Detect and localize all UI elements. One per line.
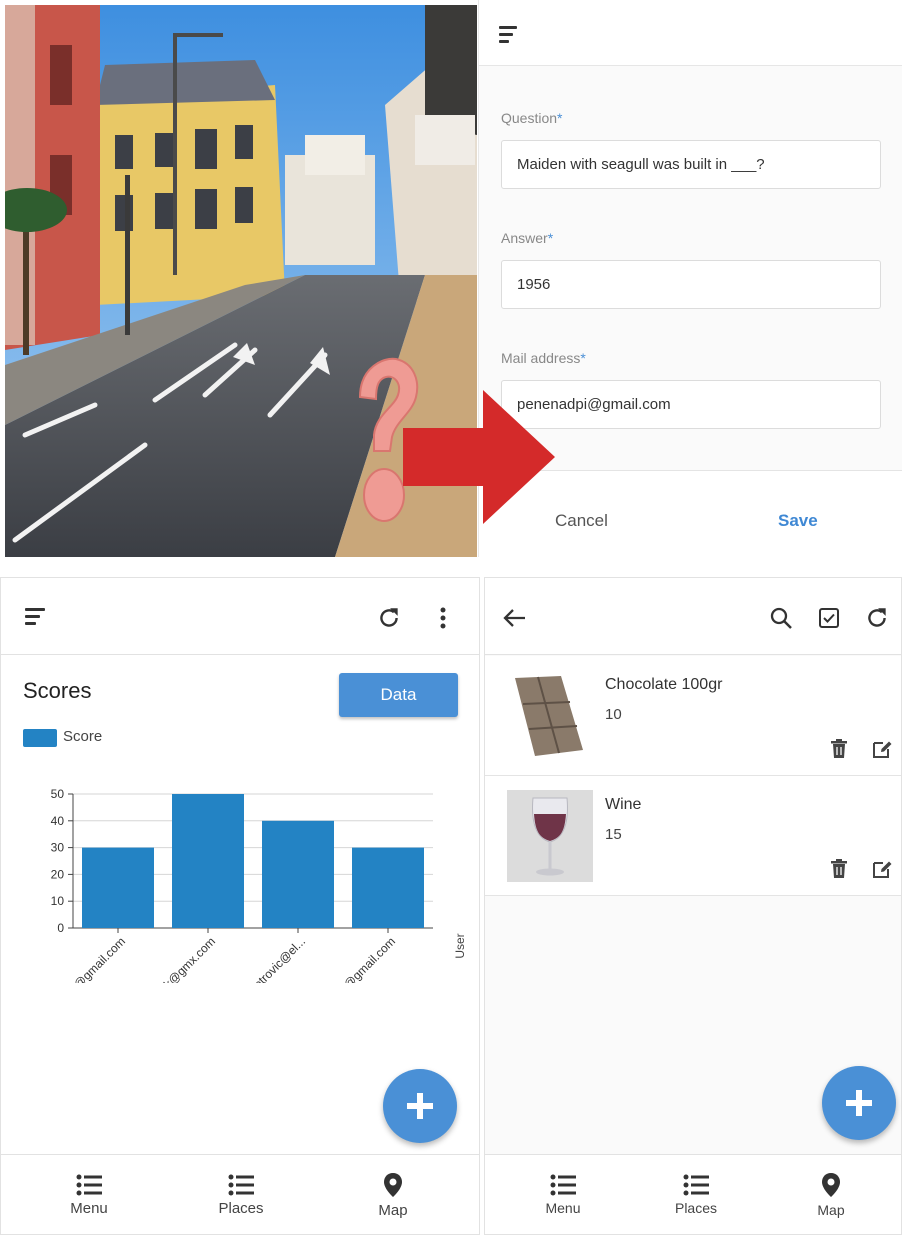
- mail-address-label: Mail address*: [501, 350, 586, 366]
- scores-app-bar: [1, 578, 479, 655]
- item-name: Chocolate 100gr: [605, 676, 723, 693]
- search-icon[interactable]: [765, 602, 797, 634]
- bottom-navigation: Menu Places Map: [1, 1154, 479, 1234]
- edit-icon[interactable]: [871, 738, 893, 765]
- menu-icon[interactable]: [25, 608, 45, 629]
- map-pin-icon: [384, 1172, 402, 1197]
- delete-icon[interactable]: [830, 739, 848, 764]
- chart-x-tick-label: proba8068@gmail.com: [300, 934, 398, 983]
- answer-input[interactable]: 1956: [501, 260, 881, 309]
- answer-label: Answer*: [501, 230, 554, 246]
- scores-bar-chart: 0 10 20 30 40 50 penenadpi@gmail.comvasja.robl…: [31, 787, 467, 983]
- question-input-value: Maiden with seagull was built in ___?: [517, 156, 765, 173]
- nav-places-label: Places: [674, 1200, 718, 1216]
- answer-input-value: 1956: [517, 276, 551, 293]
- add-fab-button[interactable]: [822, 1066, 896, 1140]
- arrow-right-icon: [403, 390, 555, 524]
- chart-y-tick-label: 50: [51, 787, 65, 801]
- item-name: Wine: [605, 796, 642, 813]
- list-item[interactable]: Chocolate 100gr 10: [485, 656, 901, 776]
- save-button[interactable]: Save: [778, 511, 818, 531]
- nav-menu[interactable]: Menu: [29, 1155, 149, 1235]
- items-app-bar: [485, 578, 901, 655]
- list-icon: [76, 1174, 102, 1195]
- more-vert-icon[interactable]: [429, 602, 457, 634]
- nav-places[interactable]: Places: [636, 1155, 756, 1235]
- plus-icon: [846, 1090, 872, 1116]
- chart-bar: [82, 847, 154, 928]
- refresh-icon[interactable]: [373, 602, 405, 634]
- plus-icon: [407, 1093, 433, 1119]
- chocolate-image: [503, 674, 585, 763]
- mail-address-input[interactable]: penenadpi@gmail.com: [501, 380, 881, 429]
- question-input[interactable]: Maiden with seagull was built in ___?: [501, 140, 881, 189]
- list-icon: [550, 1174, 576, 1196]
- chart-bar: [352, 847, 424, 928]
- data-button[interactable]: Data: [339, 673, 458, 717]
- item-value: 10: [605, 706, 622, 723]
- bottom-navigation: Menu Places Map: [485, 1154, 901, 1234]
- nav-menu-label: Menu: [70, 1199, 108, 1217]
- list-icon: [228, 1174, 254, 1195]
- nav-places[interactable]: Places: [181, 1155, 301, 1235]
- nav-map[interactable]: Map: [333, 1155, 453, 1235]
- items-list-panel: Chocolate 100gr 10 Wine 15 Menu Places M…: [484, 577, 902, 1235]
- nav-map-label: Map: [378, 1201, 408, 1219]
- nav-map[interactable]: Map: [771, 1155, 891, 1235]
- chart-x-axis-label: User: [453, 933, 467, 958]
- chart-y-tick-label: 30: [51, 841, 65, 855]
- question-label: Question*: [501, 110, 563, 126]
- list-item[interactable]: Wine 15: [485, 776, 901, 896]
- chart-x-tick-label: nenad.petrovic@el...: [220, 934, 308, 983]
- back-arrow-icon[interactable]: [499, 602, 531, 634]
- delete-icon[interactable]: [830, 859, 848, 884]
- scores-title: Scores: [23, 678, 92, 703]
- checkbox-icon[interactable]: [813, 602, 845, 634]
- nav-menu-label: Menu: [545, 1200, 581, 1216]
- item-value: 15: [605, 826, 622, 843]
- chart-x-tick-label: penenadpi@gmail.com: [31, 934, 128, 983]
- legend-label: Score: [63, 728, 103, 745]
- chart-y-tick-label: 10: [51, 894, 65, 908]
- list-icon: [683, 1174, 709, 1196]
- scores-panel: Scores Data Score 0 10 20 30 40 50 penenadpi@g…: [0, 577, 480, 1235]
- chart-y-tick-label: 40: [51, 814, 65, 828]
- menu-icon[interactable]: [499, 26, 517, 47]
- chart-bar: [262, 820, 334, 928]
- edit-icon[interactable]: [871, 858, 893, 885]
- nav-map-label: Map: [817, 1202, 845, 1218]
- nav-menu[interactable]: Menu: [503, 1155, 623, 1235]
- chart-bar: [172, 794, 244, 928]
- wine-image: [507, 790, 593, 887]
- chart-x-tick-label: vasja.roblek@gmx.com: [120, 934, 218, 983]
- nav-places-label: Places: [218, 1199, 264, 1217]
- cancel-button[interactable]: Cancel: [555, 511, 608, 531]
- refresh-icon[interactable]: [861, 602, 893, 634]
- chart-y-tick-label: 20: [51, 867, 65, 881]
- add-fab-button[interactable]: [383, 1069, 457, 1143]
- legend-swatch: [23, 729, 57, 747]
- chart-y-tick-label: 0: [57, 921, 64, 935]
- map-pin-icon: [822, 1173, 840, 1197]
- form-app-bar: [479, 0, 902, 66]
